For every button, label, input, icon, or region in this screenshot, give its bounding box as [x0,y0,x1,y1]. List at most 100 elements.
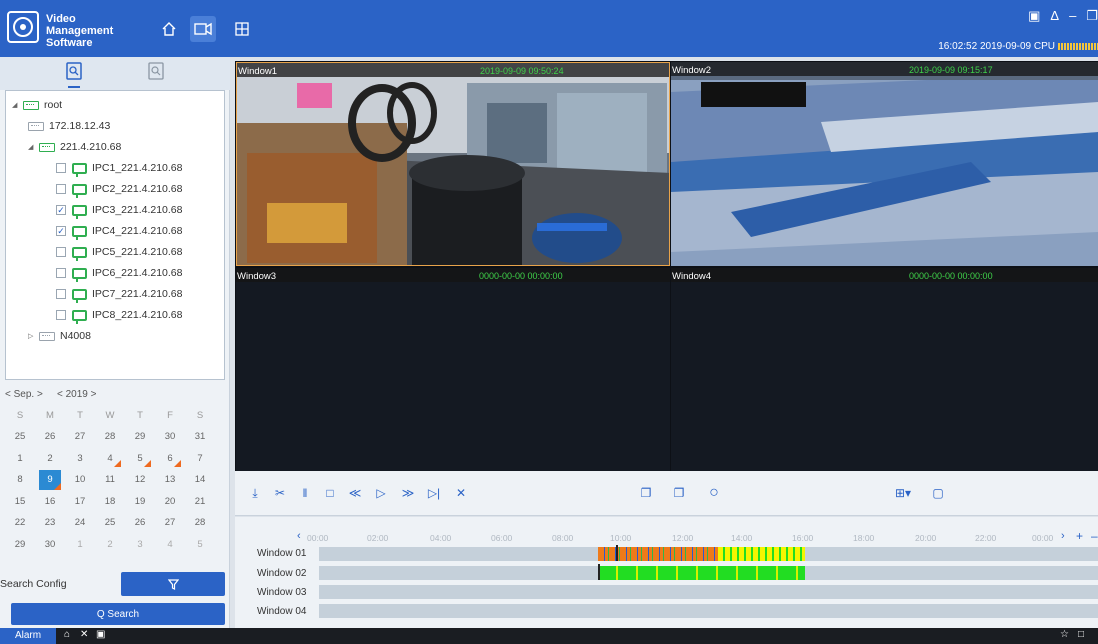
tree-camera-row[interactable]: IPC5_221.4.210.68 [56,242,183,262]
window-icon[interactable]: ▣ [96,629,105,640]
camera-checkbox[interactable]: ✓ [56,226,66,236]
calendar-day[interactable]: 1 [65,535,95,555]
tree-camera-row[interactable]: IPC2_221.4.210.68 [56,179,183,199]
timeline-next-icon[interactable]: › [1061,530,1065,542]
playhead[interactable] [616,545,618,561]
calendar-day[interactable]: 28 [95,427,125,447]
calendar-day[interactable]: 15 [5,492,35,512]
calendar-day[interactable]: 27 [65,427,95,447]
camera-checkbox[interactable] [56,163,66,173]
calendar-day-with-record[interactable]: 4 [95,449,125,469]
zoom-in-icon[interactable]: + [1076,529,1083,543]
calendar-day[interactable]: 8 [5,470,35,490]
tree-camera-row[interactable]: ✓ IPC3_221.4.210.68 [56,200,183,220]
calendar-day[interactable]: 10 [65,470,95,490]
mute-icon[interactable]: ✕ [454,486,468,500]
calendar-day[interactable]: 14 [185,470,215,490]
sync-playback-icon[interactable]: ❐ [639,486,653,500]
calendar-day[interactable]: 29 [125,427,155,447]
tree-camera-row[interactable]: IPC6_221.4.210.68 [56,263,183,283]
calendar-day[interactable]: 3 [125,535,155,555]
calendar-day[interactable]: 28 [185,513,215,533]
camera-checkbox[interactable] [56,289,66,299]
calendar-day[interactable]: 25 [95,513,125,533]
tree-camera-row[interactable]: ✓ IPC4_221.4.210.68 [56,221,183,241]
minimize-button[interactable]: – [1069,8,1076,24]
tree-node-device[interactable]: ◢ 221.4.210.68 [28,137,121,157]
camera-checkbox[interactable] [56,247,66,257]
playhead[interactable] [598,564,600,580]
calendar-day[interactable]: 5 [185,535,215,555]
tree-node-device[interactable]: 172.18.12.43 [28,116,110,136]
calendar-day[interactable]: 26 [125,513,155,533]
fast-forward-icon[interactable]: ≫ [401,486,415,500]
camera-checkbox[interactable] [56,184,66,194]
calendar-day[interactable]: 11 [95,470,125,490]
calendar-day[interactable]: 17 [65,492,95,512]
calendar-day[interactable]: 30 [155,427,185,447]
tree-node-nvr[interactable]: ▷ N4008 [28,326,91,346]
calendar-day[interactable]: 24 [65,513,95,533]
calendar-day[interactable]: 21 [185,492,215,512]
calendar-day[interactable]: 4 [155,535,185,555]
clip-icon[interactable]: ✂ [273,486,287,500]
calendar-day-with-record[interactable]: 5 [125,449,155,469]
calendar-day[interactable]: 20 [155,492,185,512]
layout-nav-button[interactable] [229,16,255,42]
calendar-day[interactable]: 2 [35,449,65,469]
timeline-prev-icon[interactable]: ‹ [297,530,301,542]
camera-checkbox[interactable]: ✓ [56,205,66,215]
zoom-out-icon[interactable]: – [1091,529,1098,543]
restore-button[interactable]: ❐ [1086,8,1098,24]
camera-checkbox[interactable] [56,268,66,278]
video-window-3[interactable]: Window3 0000-00-00 00:00:00 [236,268,670,471]
calendar-day[interactable]: 18 [95,492,125,512]
calendar-day[interactable]: 13 [155,470,185,490]
calendar-day[interactable]: 3 [65,449,95,469]
digital-zoom-icon[interactable]: ○ [707,485,721,501]
calendar-day[interactable]: 26 [35,427,65,447]
timeline-track-1[interactable] [319,545,1098,561]
tree-camera-row[interactable]: IPC8_221.4.210.68 [56,305,183,325]
video-window-2[interactable]: Window2 2019-09-09 09:15:17 [671,62,1098,266]
year-navigator[interactable]: < 2019 > [57,389,96,400]
mute-all-icon[interactable]: ✕ [80,629,88,640]
calendar-day[interactable]: 30 [35,535,65,555]
filter-button[interactable] [121,572,225,596]
playback-nav-button[interactable] [190,16,216,42]
calendar-day[interactable]: 16 [35,492,65,512]
camera-checkbox[interactable] [56,310,66,320]
collapse-icon[interactable]: ◢ [12,101,20,109]
calendar-day[interactable]: 19 [125,492,155,512]
selected-calendar-day[interactable]: 9 [39,470,61,491]
alarm-tab[interactable]: Alarm [0,628,56,644]
timeline-track-2[interactable] [319,564,1098,580]
calendar-day[interactable]: 22 [5,513,35,533]
step-frame-icon[interactable]: ▷ [374,486,388,500]
monitor-icon[interactable]: ▣ [1028,8,1040,24]
calendar-day[interactable]: 7 [185,449,215,469]
calendar-day[interactable]: 2 [95,535,125,555]
calendar-day[interactable]: 12 [125,470,155,490]
calendar-day-with-record[interactable]: 6 [155,449,185,469]
download-icon[interactable]: ⤓ [248,486,262,500]
pin-icon[interactable]: ☆ [1060,629,1069,640]
pause-icon[interactable]: ‖ [298,486,312,500]
calendar-day[interactable]: 31 [185,427,215,447]
expand-icon[interactable]: ▷ [28,332,36,340]
user-icon[interactable]: Δ [1050,8,1059,24]
rewind-icon[interactable]: ≪ [348,486,362,500]
calendar-day[interactable]: 29 [5,535,35,555]
tree-camera-row[interactable]: IPC7_221.4.210.68 [56,284,183,304]
split-layout-icon[interactable]: ⊞▾ [892,486,914,500]
month-navigator[interactable]: < Sep. > [5,389,43,400]
calendar-day[interactable]: 25 [5,427,35,447]
timeline-track-4[interactable] [319,604,1098,618]
calendar-day[interactable]: 23 [35,513,65,533]
video-window-4[interactable]: Window4 0000-00-00 00:00:00 [671,268,1098,471]
video-window-1[interactable]: Window1 2019-09-09 09:50:24 [236,62,670,266]
fullscreen-toggle-icon[interactable]: □ [1078,629,1084,640]
capture-icon[interactable]: ⌂ [64,629,70,640]
home-nav-button[interactable] [156,16,182,42]
collapse-icon[interactable]: ◢ [28,143,36,151]
